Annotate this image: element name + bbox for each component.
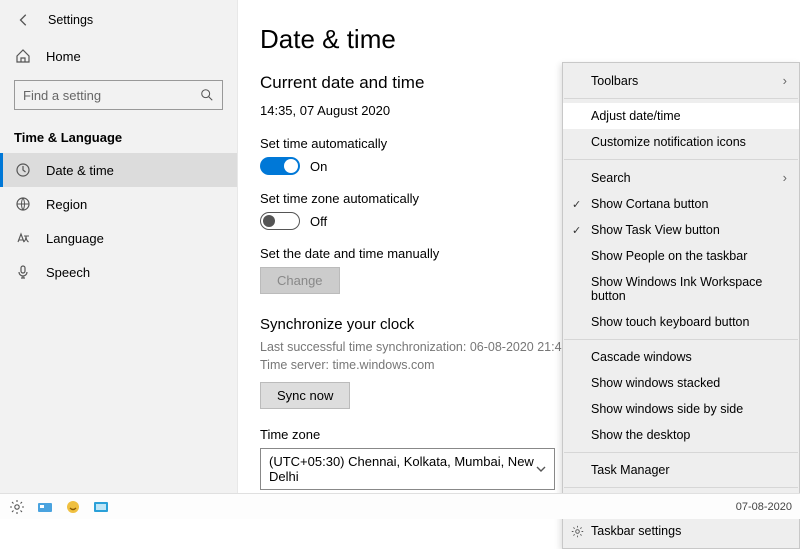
settings-window: Settings Home Time & Language Date & tim…	[0, 0, 800, 493]
home-label: Home	[46, 49, 81, 64]
nav-speech[interactable]: Speech	[0, 255, 237, 289]
ctx-taskbar-settings[interactable]: Taskbar settings	[563, 518, 799, 544]
tray-datetime[interactable]: 07-08-2020	[736, 501, 792, 513]
nav-item-label: Language	[46, 231, 104, 246]
nav-item-label: Speech	[46, 265, 90, 280]
chevron-down-icon	[536, 464, 546, 474]
ctx-show-people[interactable]: Show People on the taskbar	[563, 243, 799, 269]
language-icon	[14, 230, 32, 246]
ctx-show-taskview[interactable]: Show Task View button	[563, 217, 799, 243]
ctx-show-cortana[interactable]: Show Cortana button	[563, 191, 799, 217]
titlebar: Settings	[0, 6, 237, 40]
back-button[interactable]	[14, 10, 34, 30]
taskbar-context-menu: Toolbars › Adjust date/time Customize no…	[562, 62, 800, 549]
clock-icon	[14, 162, 32, 178]
app-icon-2[interactable]	[64, 498, 82, 516]
toggle-state: On	[310, 159, 327, 174]
system-tray[interactable]: 07-08-2020	[736, 501, 792, 513]
ctx-customize-icons[interactable]: Customize notification icons	[563, 129, 799, 155]
ctx-search[interactable]: Search ›	[563, 164, 799, 191]
ctx-show-desktop[interactable]: Show the desktop	[563, 422, 799, 448]
section-heading: Time & Language	[0, 118, 237, 153]
app-icon-1[interactable]	[36, 498, 54, 516]
settings-taskbar-icon[interactable]	[8, 498, 26, 516]
ctx-show-touchkb[interactable]: Show touch keyboard button	[563, 309, 799, 335]
nav-item-label: Date & time	[46, 163, 114, 178]
sync-now-button[interactable]: Sync now	[260, 382, 350, 409]
nav-list: Date & time Region Language Speech	[0, 153, 237, 289]
taskbar-icons	[8, 498, 110, 516]
ctx-task-manager[interactable]: Task Manager	[563, 457, 799, 483]
chevron-right-icon: ›	[783, 170, 787, 185]
ctx-show-ink[interactable]: Show Windows Ink Workspace button	[563, 269, 799, 309]
taskbar[interactable]: 07-08-2020	[0, 493, 800, 519]
page-title: Date & time	[260, 24, 800, 55]
ctx-adjust-date-time[interactable]: Adjust date/time	[563, 103, 799, 129]
nav-region[interactable]: Region	[0, 187, 237, 221]
chevron-right-icon: ›	[783, 73, 787, 88]
nav-date-time[interactable]: Date & time	[0, 153, 237, 187]
nav-item-label: Region	[46, 197, 87, 212]
ctx-side-by-side[interactable]: Show windows side by side	[563, 396, 799, 422]
ctx-stacked[interactable]: Show windows stacked	[563, 370, 799, 396]
timezone-value: (UTC+05:30) Chennai, Kolkata, Mumbai, Ne…	[269, 454, 536, 484]
nav-language[interactable]: Language	[0, 221, 237, 255]
search-input[interactable]	[14, 80, 223, 110]
home-link[interactable]: Home	[0, 40, 237, 72]
microphone-icon	[14, 264, 32, 280]
ctx-toolbars[interactable]: Toolbars ›	[563, 67, 799, 94]
window-title: Settings	[48, 13, 93, 27]
search-field[interactable]	[23, 88, 200, 103]
ctx-cascade[interactable]: Cascade windows	[563, 344, 799, 370]
timezone-select[interactable]: (UTC+05:30) Chennai, Kolkata, Mumbai, Ne…	[260, 448, 555, 490]
toggle-switch-on[interactable]	[260, 157, 300, 175]
globe-icon	[14, 196, 32, 212]
sidebar: Settings Home Time & Language Date & tim…	[0, 0, 238, 493]
search-icon	[200, 88, 214, 102]
home-icon	[14, 48, 32, 64]
toggle-state: Off	[310, 214, 327, 229]
toggle-switch-off[interactable]	[260, 212, 300, 230]
gear-icon	[571, 525, 584, 538]
change-button[interactable]: Change	[260, 267, 340, 294]
app-icon-3[interactable]	[92, 498, 110, 516]
